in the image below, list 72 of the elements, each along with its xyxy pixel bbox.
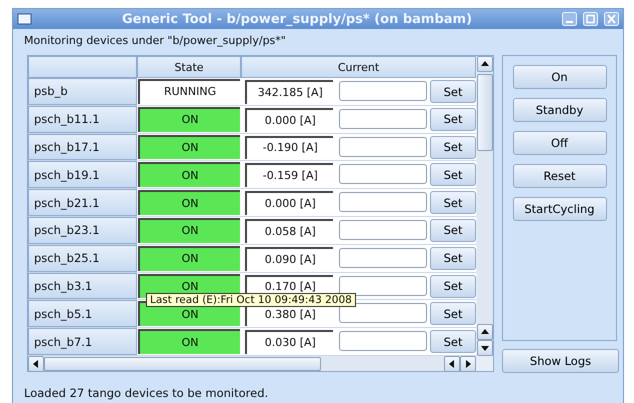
setpoint-input[interactable] [339,81,428,101]
setpoint-input[interactable] [339,108,428,129]
set-button[interactable]: Set [430,80,476,103]
state-indicator: ON [138,329,240,354]
command-button[interactable]: On [512,65,606,89]
row-header[interactable]: psch_b21.1 [28,189,137,216]
scroll-left-icon[interactable] [28,356,44,372]
scroll-thumb[interactable] [44,356,321,370]
scroll-up-icon[interactable] [477,324,493,340]
row-header[interactable]: psch_b3.1 [28,272,137,300]
setpoint-input[interactable] [339,220,428,240]
row-header[interactable]: psch_b23.1 [28,216,137,244]
maximize-icon[interactable] [583,12,598,26]
horizontal-scrollbar[interactable] [28,356,476,371]
state-indicator: ON [138,162,240,188]
setpoint-input[interactable] [339,164,428,184]
column-header[interactable]: State [137,56,241,78]
current-value: -0.190 [A] [245,136,334,160]
set-button[interactable]: Set [430,246,476,270]
scroll-left-icon[interactable] [444,356,460,372]
status-text: Loaded 27 tango devices to be monitored. [23,386,270,402]
row-header[interactable]: psb_b [28,78,137,105]
setpoint-input[interactable] [339,192,428,212]
row-header[interactable]: psch_b17.1 [28,134,137,160]
command-button[interactable]: Off [512,131,606,155]
scroll-right-icon[interactable] [460,356,476,372]
set-button[interactable]: Set [430,191,476,214]
row-header[interactable]: psch_b19.1 [28,161,137,188]
set-button[interactable]: Set [430,136,476,159]
current-value: 0.000 [A] [245,191,334,215]
column-header[interactable]: Current [241,56,476,78]
window-menu-icon[interactable] [17,12,32,26]
state-indicator: ON [138,134,240,160]
state-indicator: ON [138,106,240,132]
row-header[interactable]: psch_b7.1 [28,328,137,355]
command-button[interactable]: StartCycling [512,197,606,221]
state-indicator: ON [138,246,240,271]
set-button[interactable]: Set [430,163,476,186]
command-button[interactable]: Standby [512,98,606,122]
set-button[interactable]: Set [430,108,476,131]
set-button[interactable]: Set [430,330,476,354]
setpoint-input[interactable] [339,331,428,352]
window-title: Generic Tool - b/power_supply/ps* (on bambam) [120,12,474,26]
row-header[interactable]: psch_b5.1 [28,300,137,328]
state-indicator: ON [138,190,240,215]
scroll-down-icon[interactable] [477,340,493,356]
heading: Monitoring devices under "b/power_supply/ps*" [23,33,287,49]
current-value: 0.030 [A] [245,330,334,354]
setpoint-input[interactable] [339,276,428,296]
current-value: 0.000 [A] [245,108,334,132]
scroll-thumb[interactable] [477,74,493,151]
row-header[interactable]: psch_b25.1 [28,244,137,272]
set-button[interactable]: Set [430,302,476,326]
tooltip: Last read (E):Fri Oct 10 09:49:43 2008 [146,293,356,308]
state-indicator: RUNNING [138,79,240,104]
row-header[interactable]: psch_b11.1 [28,106,137,133]
close-icon[interactable] [604,12,619,26]
command-button[interactable]: Reset [512,164,606,188]
scroll-up-icon[interactable] [477,56,493,72]
current-value: 0.058 [A] [245,218,334,243]
setpoint-input[interactable] [339,248,428,268]
state-indicator: ON [138,218,240,243]
current-value: -0.159 [A] [245,163,334,188]
set-button[interactable]: Set [430,274,476,298]
current-value: 342.185 [A] [245,80,334,104]
current-value: 0.090 [A] [245,246,334,271]
setpoint-input[interactable] [339,136,428,157]
show-logs-button[interactable]: Show Logs [502,349,619,373]
minimize-icon[interactable] [562,12,577,26]
vertical-scrollbar[interactable] [477,56,493,356]
set-button[interactable]: Set [430,218,476,242]
setpoint-input[interactable] [339,303,428,324]
